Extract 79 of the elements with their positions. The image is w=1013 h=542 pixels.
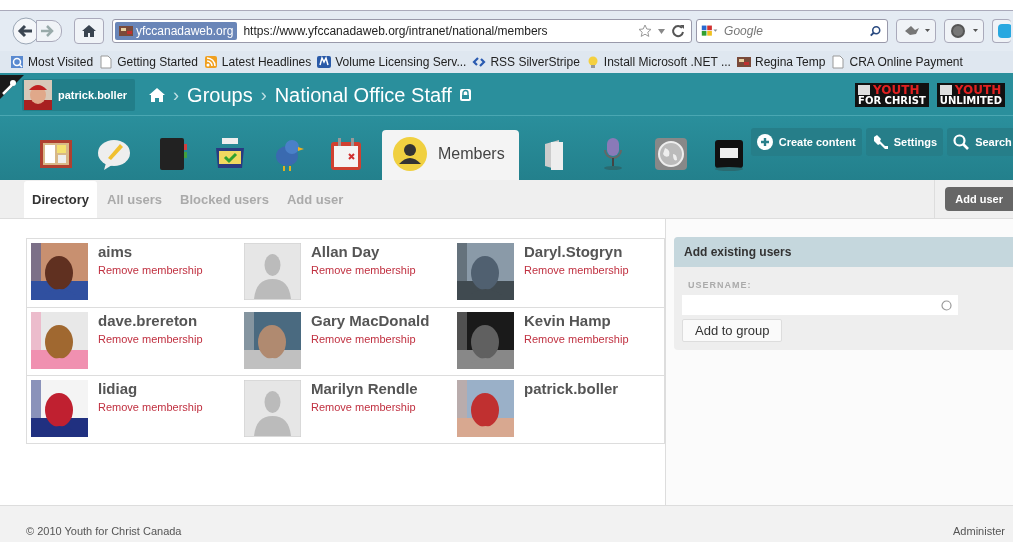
logo[interactable]: YOUTH FOR CHRIST: [855, 83, 929, 107]
breadcrumb-separator: ›: [173, 84, 180, 106]
username-field[interactable]: [682, 295, 958, 315]
sub-tab[interactable]: Directory: [24, 181, 98, 218]
extension-button[interactable]: [896, 19, 936, 43]
bookmark-link[interactable]: Latest Headlines: [221, 55, 312, 69]
wrench-icon: [871, 134, 888, 150]
default-avatar-icon: [244, 243, 301, 300]
search-bar[interactable]: Google: [696, 19, 888, 43]
remove-membership-link[interactable]: Remove membership: [524, 333, 629, 345]
remove-membership-link[interactable]: Remove membership: [98, 401, 203, 413]
member-name[interactable]: patrick.boller: [524, 380, 619, 397]
bookmark-link[interactable]: Regina Temp: [754, 55, 826, 69]
remove-membership-link[interactable]: Remove membership: [311, 264, 416, 276]
user-menu[interactable]: patrick.boller: [22, 79, 136, 111]
page-icon: [831, 55, 846, 69]
home-icon[interactable]: [149, 87, 166, 103]
member-name[interactable]: Allan Day: [311, 243, 416, 260]
site-icon: [119, 26, 133, 36]
home-icon: [81, 23, 97, 39]
logo[interactable]: YOUTH UNLIMITED: [936, 83, 1005, 107]
member-name[interactable]: Daryl.Stogryn: [524, 243, 629, 260]
bookmark-link[interactable]: RSS SilverStripe: [490, 55, 580, 69]
extension-icon: [949, 23, 979, 39]
extension-icon: [997, 23, 1011, 39]
breadcrumb-link[interactable]: Groups: [187, 83, 253, 107]
loading-indicator-icon: [941, 299, 952, 311]
extension-button[interactable]: [944, 19, 984, 43]
site-identity-badge[interactable]: yfccanadaweb.org: [115, 22, 238, 40]
reload-icon[interactable]: [671, 24, 685, 38]
field-label: USERNAME:: [688, 280, 753, 290]
badge-icon: [317, 55, 332, 69]
page-title: National Office Staff: [274, 83, 452, 107]
url-text: https://www.yfccanadaweb.org/intranet/national/members: [243, 24, 548, 38]
skype-button[interactable]: [992, 19, 1011, 43]
calendar-icon: [328, 136, 364, 172]
caret-icon: [658, 28, 665, 34]
page-icon: [99, 55, 114, 69]
member-name[interactable]: Marilyn Rendle: [311, 380, 418, 397]
search-button[interactable]: Search: [947, 128, 1013, 156]
remove-membership-link[interactable]: Remove membership: [98, 264, 203, 276]
plus-icon: [756, 134, 773, 150]
feed-icon: [203, 55, 218, 69]
add-user-button[interactable]: Add user: [945, 187, 1013, 211]
bookmark-link[interactable]: Getting Started: [117, 55, 198, 69]
member-name[interactable]: dave.brereton: [98, 312, 203, 329]
bookmark-link[interactable]: CRA Online Payment: [849, 55, 963, 69]
member-name[interactable]: aims: [98, 243, 203, 260]
google-icon: [701, 23, 719, 39]
member-name[interactable]: lidiag: [98, 380, 203, 397]
default-avatar-icon: [244, 380, 301, 437]
address-bar[interactable]: yfccanadaweb.org https://www.yfccanadaweb.org/intranet/national/members: [112, 19, 692, 43]
search-field[interactable]: Google: [722, 23, 867, 39]
bookmark-link[interactable]: Volume Licensing Serv...: [335, 55, 467, 69]
globe-icon: [652, 136, 689, 172]
search-icon: [953, 134, 970, 150]
create-content-button[interactable]: Create content: [750, 128, 862, 156]
image-icon: [736, 55, 751, 69]
settings-button[interactable]: Settings: [865, 128, 944, 156]
globe-icon: [10, 55, 24, 69]
panel-title: Add existing users: [674, 237, 1013, 267]
remove-membership-link[interactable]: Remove membership: [311, 333, 430, 345]
breadcrumb-separator: ›: [260, 84, 267, 106]
link-icon: [472, 55, 487, 69]
remove-membership-link[interactable]: Remove membership: [524, 264, 629, 276]
home-button[interactable]: [74, 18, 104, 44]
search-icon: [870, 24, 881, 38]
administer-link[interactable]: Administer: [953, 524, 1005, 537]
forward-arrow-icon: [39, 23, 55, 39]
remove-membership-link[interactable]: Remove membership: [311, 401, 418, 413]
member-name[interactable]: Kevin Hamp: [524, 312, 629, 329]
bookmark-link[interactable]: Most Visited: [28, 55, 94, 69]
member-name[interactable]: Gary MacDonald: [311, 312, 430, 329]
user-icon: [392, 136, 428, 172]
app-tab[interactable]: Members: [382, 130, 519, 180]
bookmark-link[interactable]: Install Microsoft .NET ...: [603, 55, 731, 69]
copyright-text: © 2010 Youth for Christ Canada: [26, 524, 182, 537]
add-to-group-button[interactable]: Add to group: [682, 319, 783, 342]
remove-membership-link[interactable]: Remove membership: [98, 333, 203, 345]
